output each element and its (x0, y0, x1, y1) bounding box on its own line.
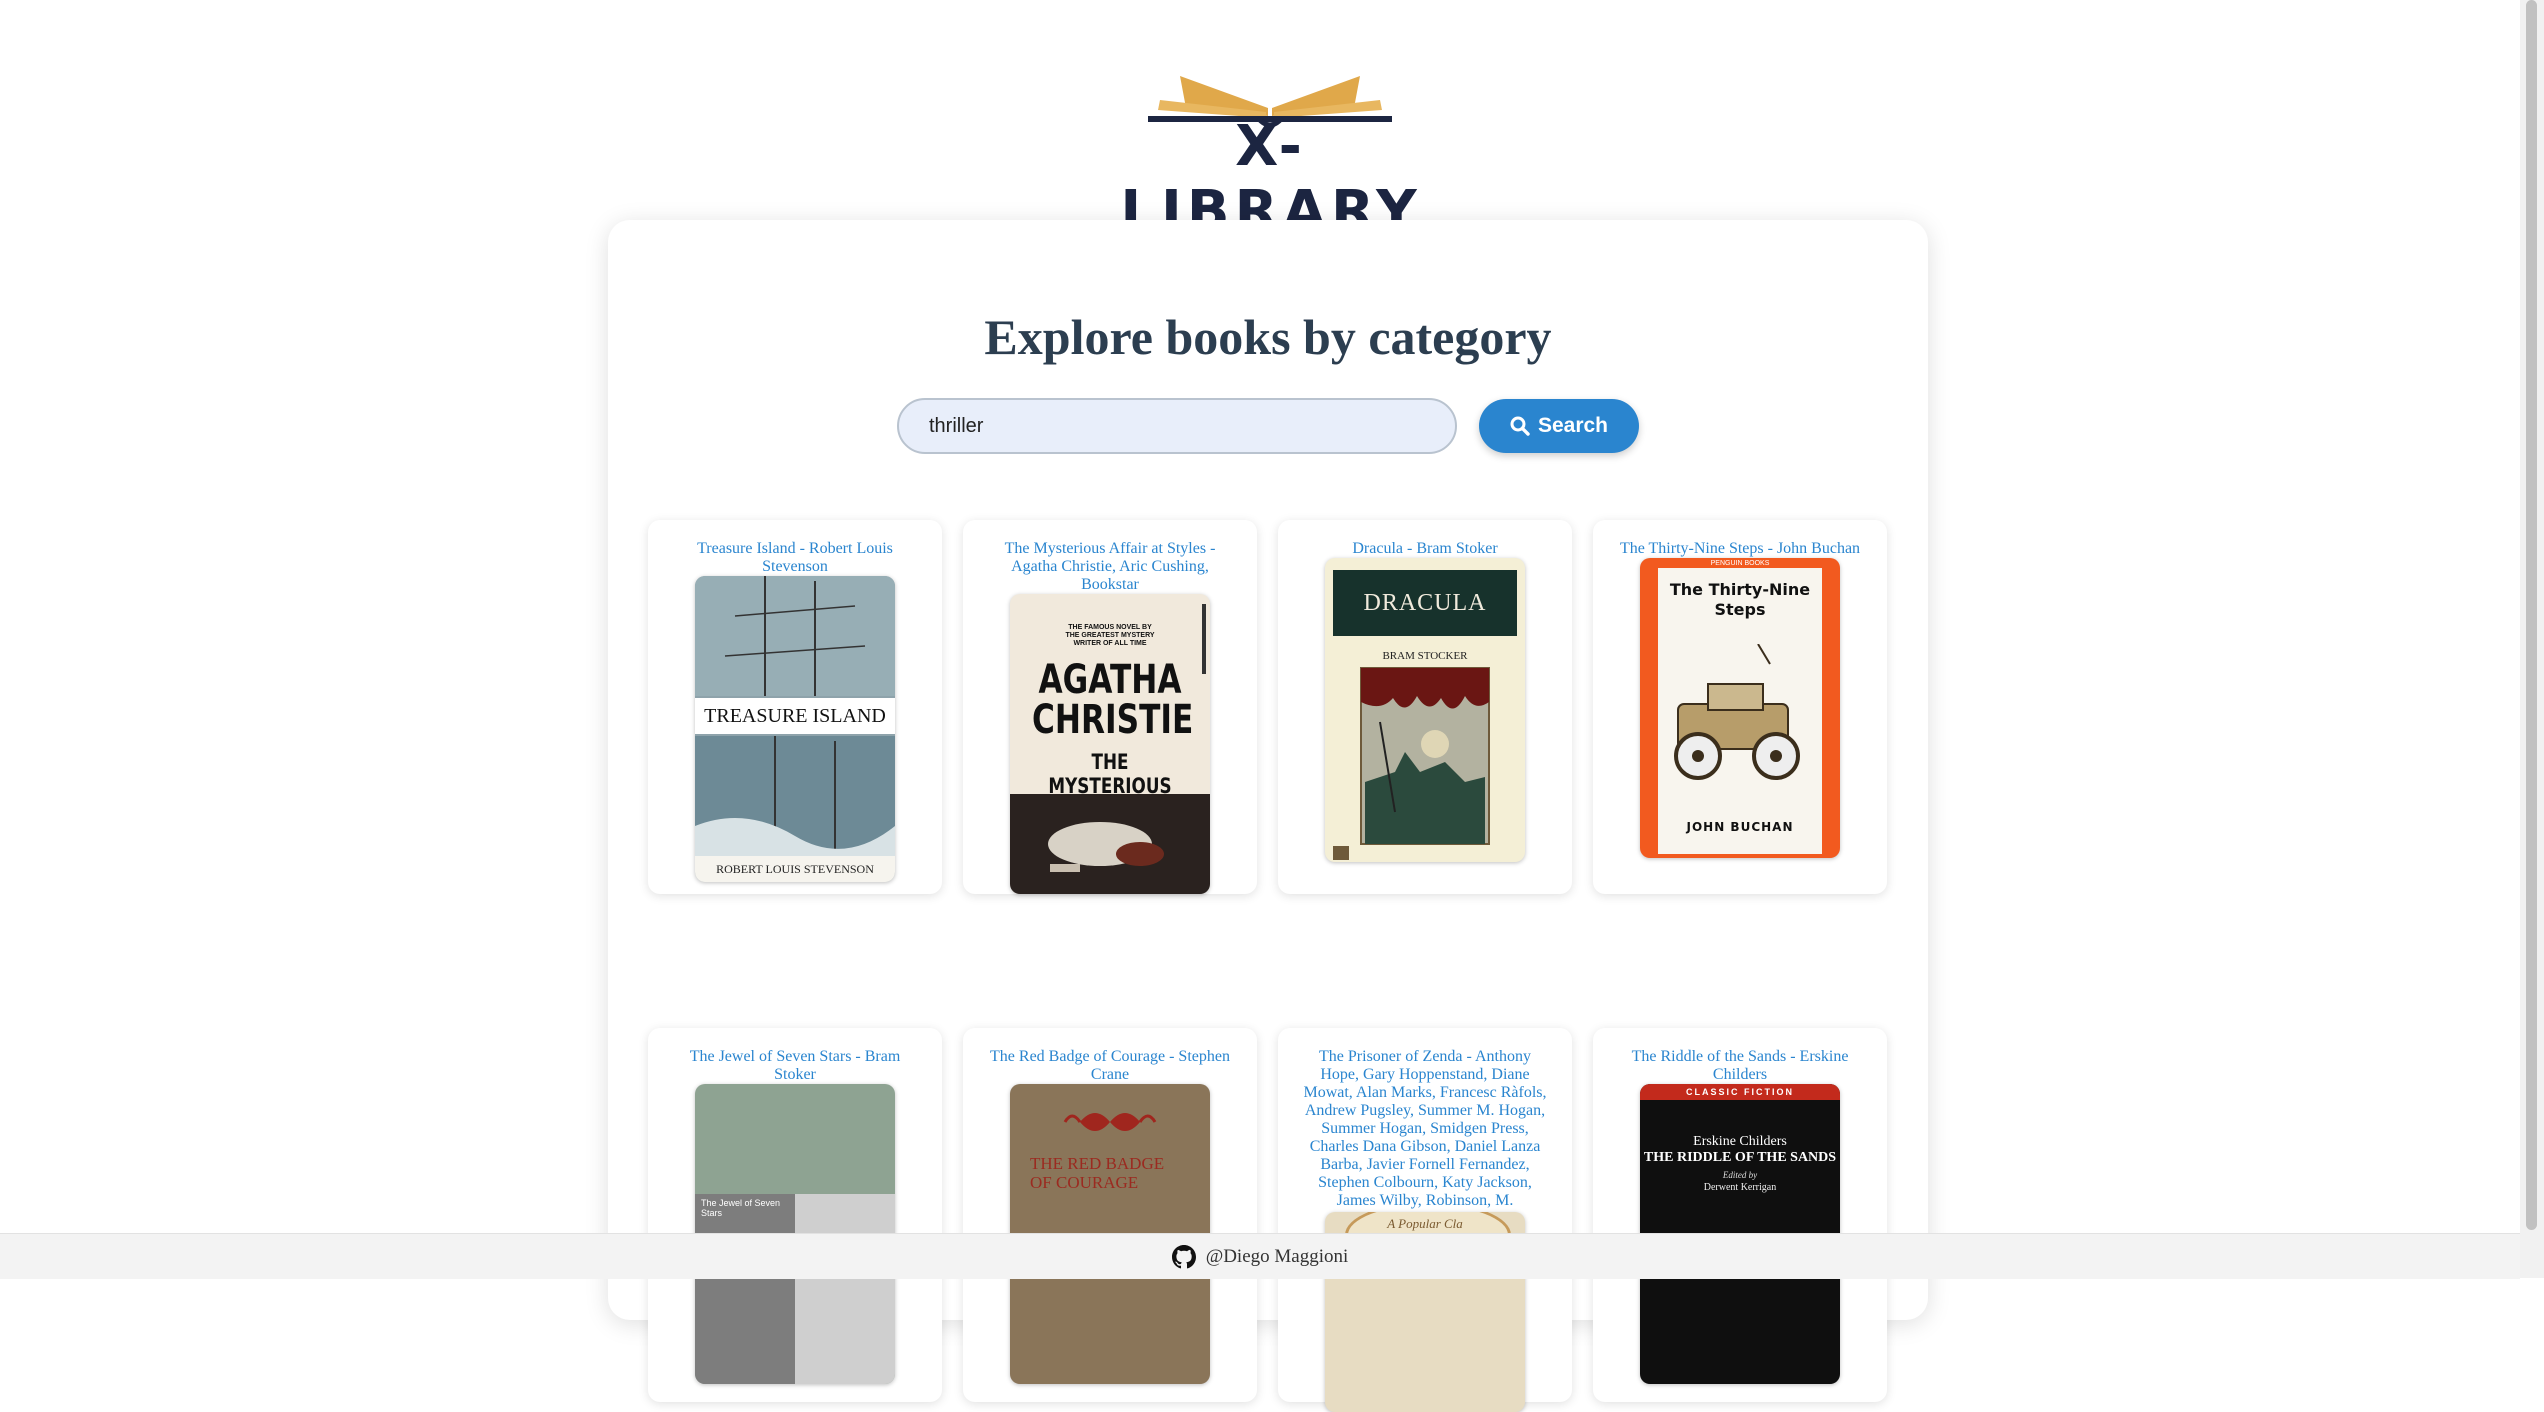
cover-title: The Thirty-Nine Steps (1669, 580, 1811, 619)
cover-title: The Jewel of Seven Stars (701, 1198, 781, 1218)
book-card[interactable]: The Mysterious Affair at Styles - Agatha… (963, 520, 1257, 894)
cover-author: ROBERT LOUIS STEVENSON (716, 862, 874, 876)
cover-block (795, 1194, 895, 1384)
search-button[interactable]: Search (1479, 399, 1639, 453)
cover-author: BRAM STOCKER (1382, 650, 1468, 662)
book-title[interactable]: The Riddle of the Sands - Erskine Childe… (1617, 1048, 1863, 1084)
book-title[interactable]: The Thirty-Nine Steps - John Buchan (1617, 540, 1863, 558)
cover-title: THE RIDDLE OF THE SANDS (1643, 1150, 1837, 1165)
cover-author: JOHN BUCHAN (1686, 820, 1794, 834)
footer: @Diego Maggioni (0, 1233, 2520, 1279)
search-button-label: Search (1537, 414, 1609, 437)
cover-title: DRACULA (1333, 570, 1517, 636)
book-title[interactable]: Treasure Island - Robert Louis Stevenson (672, 540, 918, 576)
cover-title: TREASURE ISLAND (695, 698, 895, 734)
cover-publisher: PENGUIN BOOKS (1710, 560, 1770, 567)
book-title[interactable]: The Prisoner of Zenda - Anthony Hope, Ga… (1302, 1048, 1548, 1210)
book-card[interactable]: The Jewel of Seven Stars - Bram Stoker T… (648, 1028, 942, 1402)
page-title: Explore books by category (984, 309, 1552, 365)
book-title[interactable]: The Mysterious Affair at Styles - Agatha… (987, 540, 1233, 594)
book-card[interactable]: The Thirty-Nine Steps - John Buchan PENG… (1593, 520, 1887, 894)
book-cover[interactable]: TREASURE ISLAND ROBERT LOUIS STEVENSON (695, 576, 895, 882)
car-illustration (1674, 644, 1800, 780)
scrollbar-thumb[interactable] (2526, 0, 2537, 1230)
cover-author: AGATHA CHRISTIE (1032, 657, 1194, 743)
book-card[interactable]: Dracula - Bram Stoker DRACULA BRAM STOCK… (1278, 520, 1572, 894)
footer-credit[interactable]: @Diego Maggioni (1206, 1246, 1349, 1268)
book-title[interactable]: Dracula - Bram Stoker (1302, 540, 1548, 558)
cover-block (695, 1194, 795, 1384)
cover-series: CLASSIC FICTION (1640, 1084, 1840, 1100)
search-icon (1510, 416, 1530, 436)
scrollbar[interactable] (2520, 0, 2544, 1278)
cover-author: Erskine Childers (1693, 1134, 1787, 1149)
book-card[interactable]: The Riddle of the Sands - Erskine Childe… (1593, 1028, 1887, 1402)
search-input[interactable] (897, 398, 1457, 454)
ornament-icon (1063, 1113, 1157, 1131)
cover-editor: Derwent Kerrigan (1703, 1182, 1777, 1193)
cover-editor-label: Edited by (1722, 1170, 1758, 1180)
book-title[interactable]: The Jewel of Seven Stars - Bram Stoker (672, 1048, 918, 1084)
cover-tagline: THE FAMOUS NOVEL BY THE GREATEST MYSTERY… (1065, 624, 1155, 647)
book-cover[interactable]: DRACULA BRAM STOCKER (1325, 558, 1525, 862)
book-cover[interactable]: PENGUIN BOOKS The Thirty-Nine Steps JOHN… (1640, 558, 1840, 858)
book-card[interactable]: Treasure Island - Robert Louis Stevenson… (648, 520, 942, 894)
book-card[interactable]: The Prisoner of Zenda - Anthony Hope, Ga… (1278, 1028, 1572, 1412)
castle-illustration (1333, 667, 1490, 860)
cover-title: A Popular Cla (1387, 1216, 1463, 1231)
cover-title: THE RED BADGE OF COURAGE (1030, 1154, 1165, 1192)
cover-spine-line (1202, 604, 1206, 674)
github-icon[interactable] (1171, 1244, 1196, 1269)
book-title[interactable]: The Red Badge of Courage - Stephen Crane (987, 1048, 1233, 1084)
book-cover[interactable]: THE FAMOUS NOVEL BY THE GREATEST MYSTERY… (1010, 594, 1210, 894)
book-card[interactable]: The Red Badge of Courage - Stephen Crane… (963, 1028, 1257, 1402)
site-logo[interactable]: X-LIBRARY (1090, 68, 1450, 244)
main-card: Explore books by category Search Treasur… (608, 220, 1928, 1412)
cover-illustration (1010, 794, 1210, 894)
